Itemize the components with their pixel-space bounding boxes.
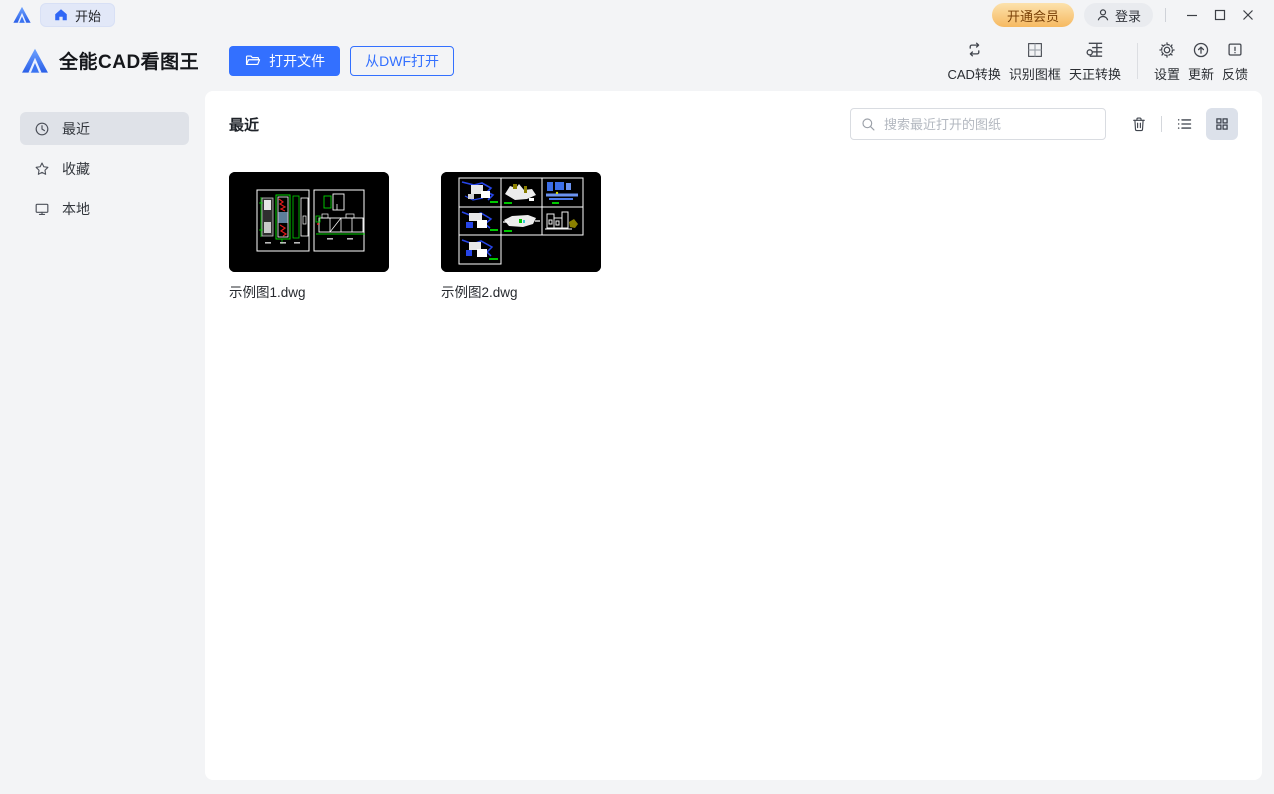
file-thumbnail-2 [441,172,601,272]
home-icon [54,8,68,22]
search-box [850,108,1106,140]
update-label: 更新 [1188,64,1214,83]
file-thumbnail-1 [229,172,389,272]
panel-header: 最近 [229,108,1238,140]
header-toolbar: CAD转换 识别图框 [943,38,1252,83]
main-panel: 最近 [205,91,1262,780]
cad-convert-label: CAD转换 [947,64,1000,83]
file-grid: 示例图1.dwg [229,172,1238,301]
clock-icon [34,121,50,137]
list-view-button[interactable] [1175,115,1193,133]
file-name: 示例图2.dwg [441,281,601,301]
search-icon [861,117,876,132]
maximize-button[interactable] [1206,3,1234,27]
titlebar-separator [1165,8,1166,22]
person-icon [1096,8,1110,22]
sidebar: 最近 收藏 本地 [0,91,205,794]
sidebar-item-recent[interactable]: 最近 [20,112,189,145]
minimize-button[interactable] [1178,3,1206,27]
app-logo-icon [12,5,32,25]
trash-icon [1130,115,1148,133]
grid-view-button[interactable] [1206,108,1238,140]
toolbar-separator [1137,43,1138,79]
titlebar-right: 开通会员 登录 [992,3,1262,27]
settings-label: 设置 [1154,64,1180,83]
header: 全能CAD看图王 打开文件 从DWF打开 CAD转换 [0,30,1274,91]
open-file-button[interactable]: 打开文件 [229,46,340,76]
sidebar-item-favorites[interactable]: 收藏 [20,152,189,185]
feedback-icon [1225,38,1245,60]
titlebar: 开始 开通会员 登录 [0,0,1274,30]
close-button[interactable] [1234,3,1262,27]
brand-name: 全能CAD看图王 [59,47,199,74]
convert-icon [964,38,985,60]
tab-home-label: 开始 [75,6,101,25]
file-name: 示例图1.dwg [229,281,389,301]
search-input[interactable] [884,117,1095,132]
app-logo-icon [20,46,50,76]
list-view-icon [1175,115,1193,133]
content: 最近 收藏 本地 最近 [0,91,1274,794]
frame-detect-icon [1025,38,1045,60]
open-dwf-button[interactable]: 从DWF打开 [350,46,454,76]
cad-convert-button[interactable]: CAD转换 [943,38,1004,83]
close-icon [1242,9,1254,21]
sidebar-recent-label: 最近 [62,119,90,139]
login-button[interactable]: 登录 [1084,3,1153,27]
tianzheng-convert-button[interactable]: 天正转换 [1065,38,1125,83]
gear-icon [1157,38,1177,60]
tianzheng-icon [1084,38,1105,60]
feedback-button[interactable]: 反馈 [1218,38,1252,83]
open-file-label: 打开文件 [269,51,325,71]
tab-home[interactable]: 开始 [40,3,115,27]
minimize-icon [1186,9,1198,21]
tianzheng-convert-label: 天正转换 [1069,64,1121,83]
star-icon [34,161,50,177]
monitor-icon [34,201,50,217]
panel-header-right [850,108,1238,140]
folder-open-icon [244,52,261,69]
maximize-icon [1214,9,1226,21]
sidebar-favorites-label: 收藏 [62,159,90,179]
app-window: { "colors": { "accent_blue": "#3370ff", … [0,0,1274,794]
settings-button[interactable]: 设置 [1150,38,1184,83]
login-label: 登录 [1115,6,1141,25]
sidebar-local-label: 本地 [62,199,90,219]
frame-detect-button[interactable]: 识别图框 [1005,38,1065,83]
sidebar-item-local[interactable]: 本地 [20,192,189,225]
member-button[interactable]: 开通会员 [992,3,1074,27]
grid-view-icon [1214,116,1230,132]
view-separator [1161,116,1162,132]
brand: 全能CAD看图王 [20,46,199,76]
update-icon [1191,38,1211,60]
file-card-2[interactable]: 示例图2.dwg [441,172,601,301]
update-button[interactable]: 更新 [1184,38,1218,83]
feedback-label: 反馈 [1222,64,1248,83]
clear-recent-button[interactable] [1130,115,1148,133]
frame-detect-label: 识别图框 [1009,64,1061,83]
file-card-1[interactable]: 示例图1.dwg [229,172,389,301]
section-title: 最近 [229,114,259,135]
